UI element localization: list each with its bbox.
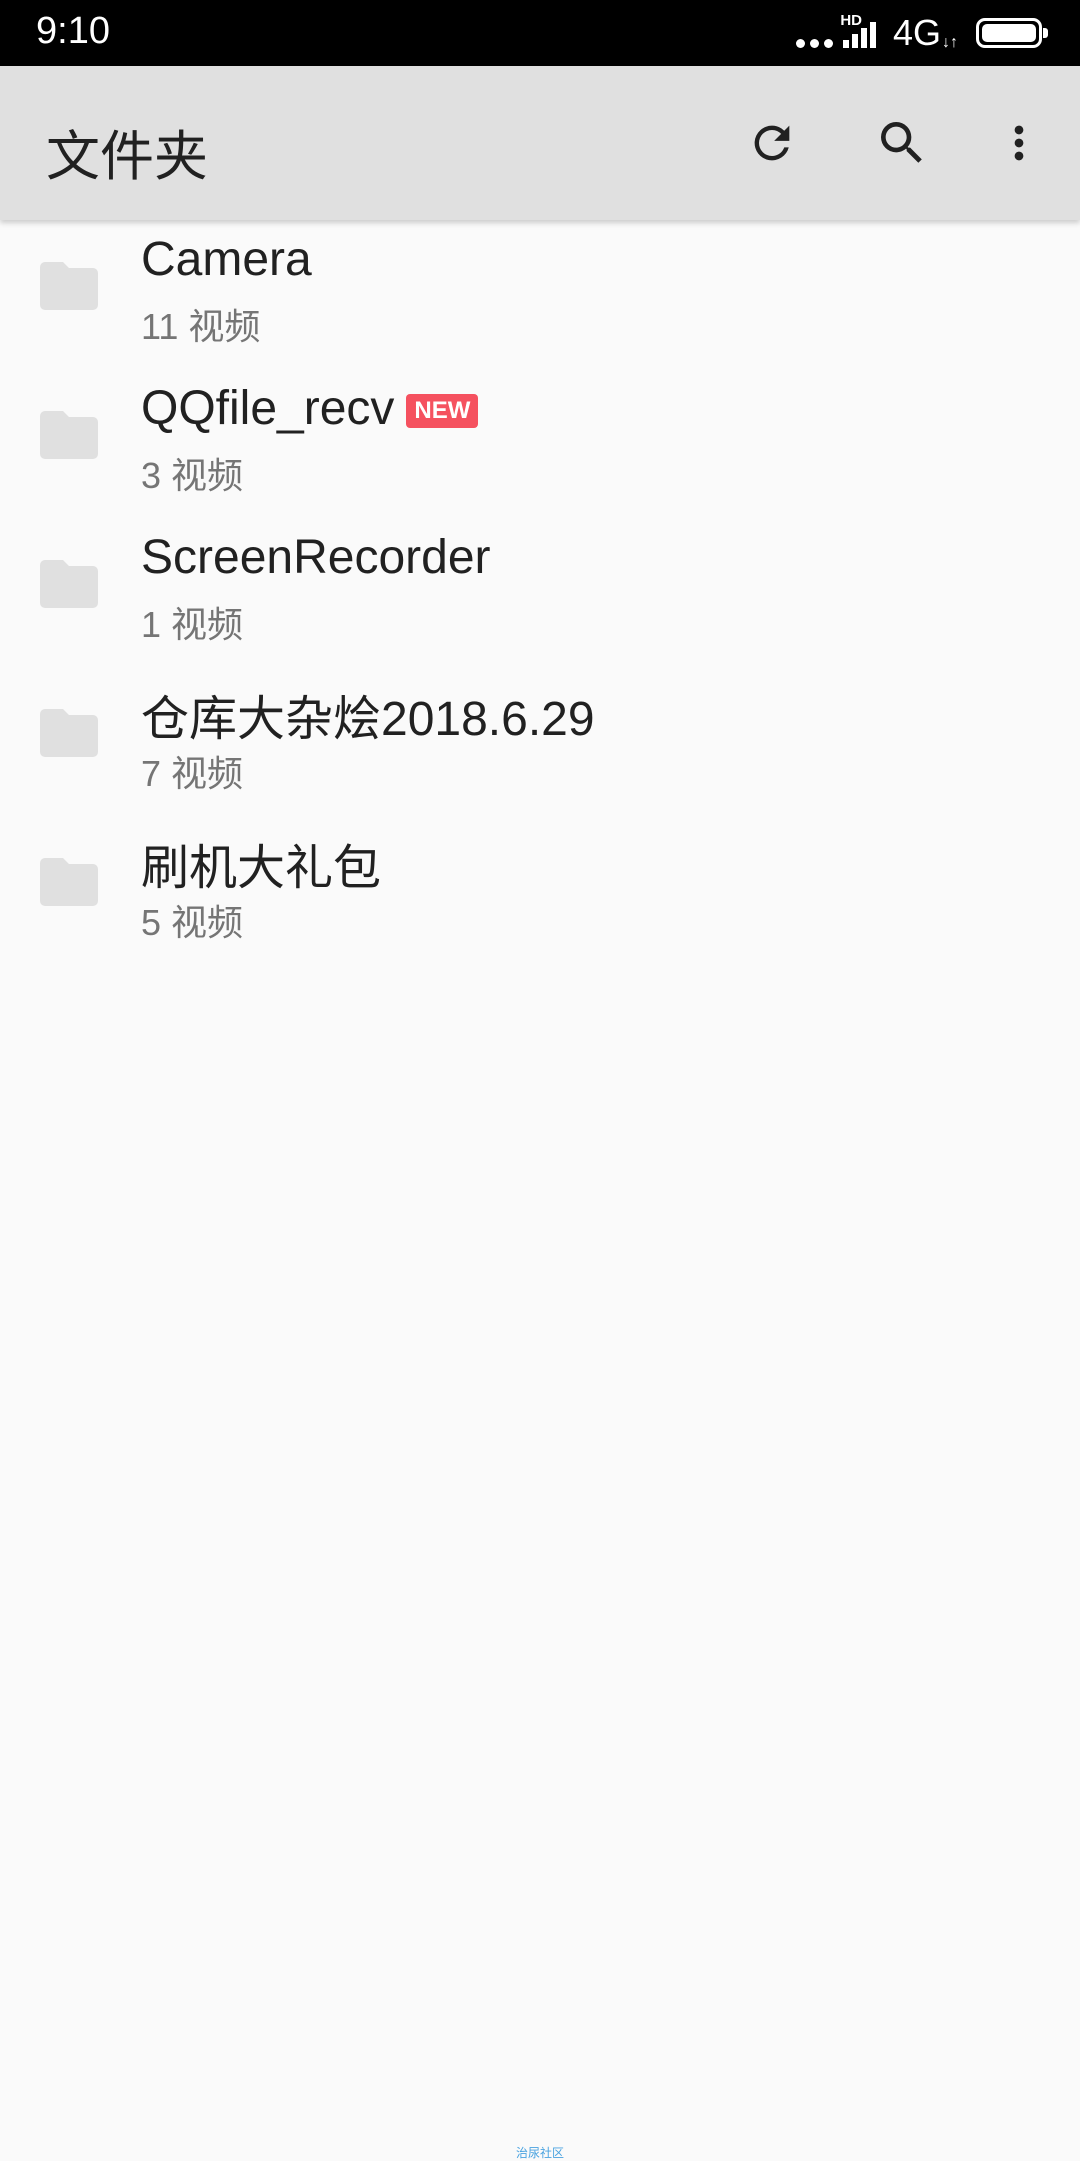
more-options-button[interactable] (982, 106, 1056, 180)
folder-item-warehouse[interactable]: 仓库大杂烩2018.6.29 7 视频 (0, 667, 1080, 816)
status-bar: 9:10 HD 4G ↓↑ (0, 0, 1080, 66)
folder-icon (40, 560, 98, 608)
notification-dots-icon (795, 18, 833, 48)
folder-name-line: ScreenRecorder (141, 530, 491, 585)
folder-name-line: 刷机大礼包 (141, 828, 381, 898)
folder-item-camera[interactable]: Camera 11 视频 (0, 220, 1080, 369)
data-activity-icon: ↓↑ (942, 34, 958, 51)
signal-icon (842, 22, 876, 48)
folder-video-count: 1 视频 (141, 604, 244, 645)
page-title: 文件夹 (46, 125, 208, 188)
folder-list: Camera 11 视频 QQfile_recv NEW 3 视频 Screen… (0, 220, 1080, 965)
folder-icon (40, 858, 98, 906)
search-icon (881, 122, 922, 163)
folder-icon (40, 709, 98, 757)
folder-item-screenrecorder[interactable]: ScreenRecorder 1 视频 (0, 518, 1080, 667)
folder-video-count: 7 视频 (141, 753, 244, 794)
folder-video-count: 5 视频 (141, 902, 244, 943)
folder-icon (40, 262, 98, 310)
folder-name: Camera (141, 233, 312, 286)
folder-name: 仓库大杂烩2018.6.29 (141, 693, 595, 746)
folder-video-count: 11 视频 (141, 306, 261, 347)
battery-icon (976, 18, 1048, 48)
folder-item-flash-pack[interactable]: 刷机大礼包 5 视频 (0, 816, 1080, 965)
folder-item-qqfile-recv[interactable]: QQfile_recv NEW 3 视频 (0, 369, 1080, 518)
folder-name: 刷机大礼包 (141, 842, 382, 895)
folder-icon (40, 411, 98, 459)
folder-name-line: QQfile_recv NEW (141, 381, 479, 436)
folder-name-line: 仓库大杂烩2018.6.29 (141, 679, 595, 749)
status-icons: 4G ↓↑ (795, 0, 1048, 66)
app-bar: 文件夹 (0, 66, 1080, 220)
folder-name: ScreenRecorder (141, 531, 491, 584)
network-type: 4G (892, 12, 941, 53)
folder-video-count: 3 视频 (141, 455, 244, 496)
search-button[interactable] (865, 106, 939, 180)
more-vert-icon (1014, 125, 1024, 161)
refresh-icon (754, 125, 790, 161)
folder-name: QQfile_recv (141, 382, 395, 435)
network-indicator: 4G ↓↑ (893, 12, 958, 54)
folder-name-line: Camera (141, 232, 312, 287)
refresh-button[interactable] (735, 106, 809, 180)
new-badge: NEW (406, 393, 479, 428)
status-time: 9:10 (36, 10, 110, 52)
watermark: 治尿社区 (515, 2146, 564, 2160)
